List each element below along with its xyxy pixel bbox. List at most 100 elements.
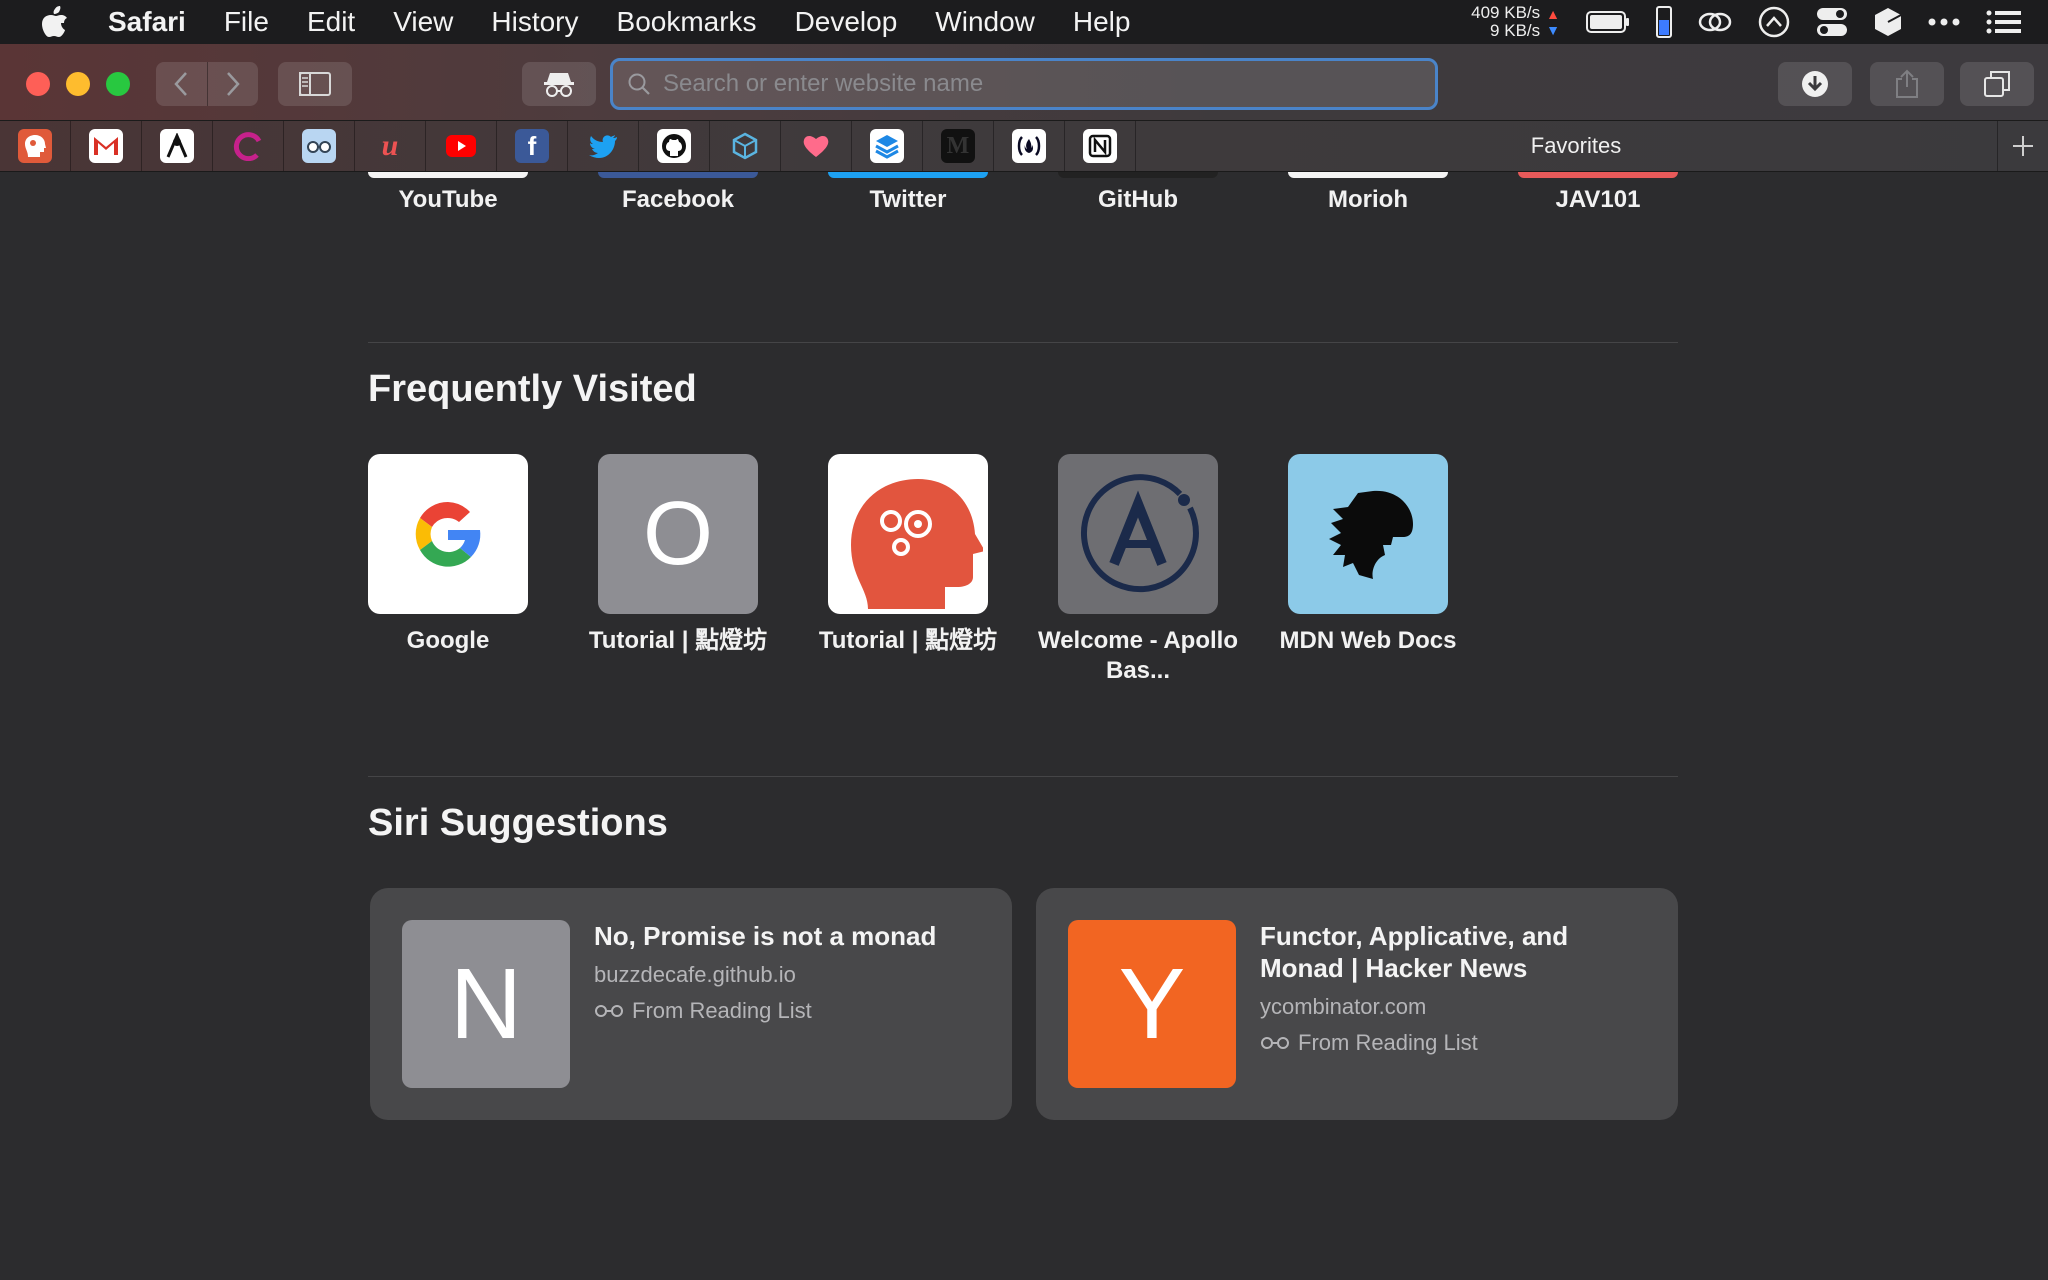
tile-label-google[interactable]: Google	[338, 626, 558, 656]
favorite-glasses[interactable]	[284, 121, 355, 171]
favorite-codesandbox[interactable]	[710, 121, 781, 171]
download-icon	[1802, 71, 1828, 97]
up-arrow-icon: ▲	[1546, 6, 1560, 22]
network-speed[interactable]: 409 KB/s 9 KB/s	[1471, 4, 1540, 40]
favorite-brain[interactable]	[0, 121, 71, 171]
menu-history[interactable]: History	[491, 0, 578, 44]
favorite-medium[interactable]: M	[923, 121, 994, 171]
private-browsing-button[interactable]	[522, 62, 596, 106]
address-input[interactable]	[661, 69, 1435, 99]
favorite-tile-youtube[interactable]	[368, 172, 528, 178]
menu-edit[interactable]: Edit	[307, 0, 355, 44]
menu-help[interactable]: Help	[1073, 0, 1131, 44]
github-icon	[657, 129, 691, 163]
start-page: YouTube Facebook Twitter GitHub Morioh J…	[0, 172, 2048, 1280]
menu-view[interactable]: View	[393, 0, 453, 44]
favorite-tile-twitter[interactable]	[828, 172, 988, 178]
favorite-label-youtube[interactable]: YouTube	[338, 186, 558, 214]
stack-icon	[870, 129, 904, 163]
favorite-label-github[interactable]: GitHub	[1028, 186, 1248, 214]
favorite-facebook[interactable]: f	[497, 121, 568, 171]
share-button[interactable]	[1870, 62, 1944, 106]
favorite-app[interactable]	[142, 121, 213, 171]
close-window-button[interactable]	[26, 72, 50, 96]
favorite-tile-github[interactable]	[1058, 172, 1218, 178]
tile-label-apollo[interactable]: Welcome - Apollo Bas...	[1028, 626, 1248, 686]
sidebar-button[interactable]	[278, 62, 352, 106]
apollo-icon	[1081, 474, 1199, 593]
list-icon[interactable]	[1986, 10, 2022, 34]
tile-mdn[interactable]	[1288, 454, 1448, 614]
menu-develop[interactable]: Develop	[795, 0, 898, 44]
menu-file[interactable]: File	[224, 0, 269, 44]
tile-google[interactable]	[368, 454, 528, 614]
favorite-label-facebook[interactable]: Facebook	[568, 186, 788, 214]
zoom-window-button[interactable]	[106, 72, 130, 96]
menu-safari[interactable]: Safari	[108, 0, 186, 44]
favorite-freecodecamp[interactable]	[994, 121, 1065, 171]
add-favorite-button[interactable]	[1997, 121, 2048, 171]
apple-icon[interactable]	[40, 6, 70, 37]
favorite-notion[interactable]	[1065, 121, 1136, 171]
control-center-icon[interactable]	[1816, 7, 1848, 37]
tile-label-mdn[interactable]: MDN Web Docs	[1258, 626, 1478, 656]
siri-suggestions-title: Siri Suggestions	[368, 802, 668, 844]
tile-tutorial-1[interactable]: O	[598, 454, 758, 614]
net-down-speed: 9 KB/s	[1490, 21, 1541, 40]
card-source: From Reading List	[1260, 1030, 1478, 1056]
brain-icon	[851, 479, 983, 609]
link-icon[interactable]	[1698, 9, 1732, 35]
minimize-window-button[interactable]	[66, 72, 90, 96]
favorite-github[interactable]	[639, 121, 710, 171]
favorite-heart[interactable]	[781, 121, 852, 171]
favorite-tile-morioh[interactable]	[1288, 172, 1448, 178]
favorites-label[interactable]: Favorites	[1448, 121, 1704, 171]
favorite-tile-facebook[interactable]	[598, 172, 758, 178]
favorite-stack[interactable]	[852, 121, 923, 171]
more-icon[interactable]	[1928, 18, 1960, 26]
heart-icon	[799, 129, 833, 163]
net-arrows: ▲ ▼	[1546, 6, 1560, 38]
favorite-label-morioh[interactable]: Morioh	[1258, 186, 1478, 214]
menu-bookmarks[interactable]: Bookmarks	[617, 0, 757, 44]
memory-gauge-icon[interactable]	[1656, 6, 1672, 38]
favorite-youtube[interactable]	[426, 121, 497, 171]
suggestion-card[interactable]: N No, Promise is not a monad buzzdecafe.…	[370, 888, 1012, 1120]
menu-window[interactable]: Window	[935, 0, 1035, 44]
plus-icon	[2013, 136, 2033, 156]
section-divider	[368, 776, 1678, 777]
incognito-icon	[544, 73, 574, 97]
favorite-gmail[interactable]	[71, 121, 142, 171]
notion-icon	[1083, 129, 1117, 163]
address-bar[interactable]	[610, 58, 1438, 110]
tile-apollo[interactable]	[1058, 454, 1218, 614]
favorite-twitter[interactable]	[568, 121, 639, 171]
back-button[interactable]	[156, 62, 207, 106]
card-domain: ycombinator.com	[1260, 994, 1427, 1019]
favorite-tile-jav101[interactable]	[1518, 172, 1678, 178]
google-icon	[415, 501, 481, 567]
gauge-icon[interactable]	[1758, 6, 1790, 38]
cube-icon[interactable]	[1874, 7, 1902, 37]
downloads-button[interactable]	[1778, 62, 1852, 106]
reading-list-icon	[595, 1005, 623, 1017]
battery-icon[interactable]	[1586, 11, 1630, 33]
favorites-bar: u f M Favorites	[0, 121, 2048, 172]
brain-icon	[18, 129, 52, 163]
favorite-udemy[interactable]: u	[355, 121, 426, 171]
favorite-label-twitter[interactable]: Twitter	[798, 186, 1018, 214]
tile-label-tutorial-1[interactable]: Tutorial | 點燈坊	[568, 626, 788, 656]
card-source-label: From Reading List	[1298, 1030, 1478, 1055]
favorite-label-jav101[interactable]: JAV101	[1488, 186, 1708, 214]
tile-tutorial-2[interactable]	[828, 454, 988, 614]
suggestion-card[interactable]: Y Functor, Applicative, and Monad | Hack…	[1036, 888, 1678, 1120]
forward-button[interactable]	[207, 62, 258, 106]
reading-list-icon	[1261, 1037, 1289, 1049]
tile-label-tutorial-2[interactable]: Tutorial | 點燈坊	[798, 626, 1018, 656]
facebook-icon: f	[515, 129, 549, 163]
card-thumbnail: N	[402, 920, 570, 1088]
net-up-speed: 409 KB/s	[1471, 3, 1541, 22]
tab-overview-button[interactable]	[1960, 62, 2034, 106]
search-icon	[627, 72, 651, 96]
favorite-ring[interactable]	[213, 121, 284, 171]
